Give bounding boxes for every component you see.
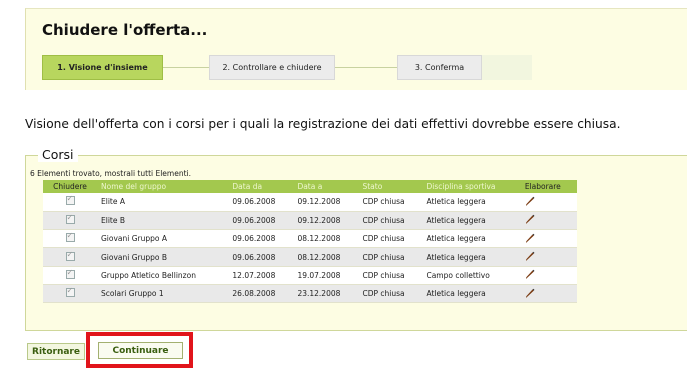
group-name: Giovani Gruppo B [97,247,229,267]
close-checkbox[interactable] [65,286,75,298]
column-header-date-to[interactable]: Data a [293,180,359,193]
column-header-discipline[interactable]: Disciplina sportiva [422,180,521,193]
status: CDP chiusa [358,229,423,249]
courses-section: Corsi 6 Elementi trovato, mostrali tutti… [25,147,687,330]
step-overview: 1. Visione d'insieme [42,55,163,80]
step-confirm: 3. Conferma [397,55,482,80]
discipline: Campo collettivo [422,266,521,285]
discipline: Atletica leggera [422,247,521,267]
pencil-icon[interactable] [525,214,535,225]
pencil-icon[interactable] [525,288,535,298]
table-row: Gruppo Atletico Bellinzon 12.07.2008 19.… [43,266,577,285]
close-checkbox[interactable] [65,268,75,279]
table-row: Scolari Gruppo 1 26.08.2008 23.12.2008 C… [43,284,577,304]
column-header-group-name[interactable]: Nome del gruppo [97,180,229,193]
date-from: 09.06.2008 [228,247,294,267]
table-header-row: Chiudere Nome del gruppo Data da Data a … [43,180,577,193]
group-name: Gruppo Atletico Bellinzon [97,266,229,285]
pencil-icon[interactable] [525,196,535,206]
column-header-edit: Elaborare [520,180,577,193]
result-count: 6 Elementi trovato, mostrali tutti Eleme… [30,169,191,178]
step-connector [163,67,209,68]
status: CDP chiusa [358,284,423,304]
wizard-header: Chiudere l'offerta... 1. Visione d'insie… [25,8,687,90]
courses-table: Chiudere Nome del gruppo Data da Data a … [43,180,577,304]
status: CDP chiusa [358,247,423,267]
date-to: 19.07.2008 [293,266,359,285]
discipline: Atletica leggera [422,229,521,249]
date-from: 09.06.2008 [228,211,294,231]
date-to: 09.12.2008 [293,211,359,231]
close-checkbox[interactable] [65,250,75,261]
discipline: Atletica leggera [422,211,521,231]
column-header-close[interactable]: Chiudere [43,180,97,193]
table-row: Giovani Gruppo A 09.06.2008 08.12.2008 C… [43,229,577,249]
column-header-status[interactable]: Stato [358,180,423,193]
status: CDP chiusa [358,193,423,212]
discipline: Atletica leggera [422,193,521,212]
pencil-icon[interactable] [525,269,535,280]
close-checkbox[interactable] [65,231,75,243]
date-to: 08.12.2008 [293,247,359,267]
step-check-and-close: 2. Controllare e chiudere [209,55,335,80]
column-header-date-from[interactable]: Data da [228,180,294,193]
status: CDP chiusa [358,266,423,285]
table-row: Elite A 09.06.2008 09.12.2008 CDP chiusa… [43,193,577,212]
discipline: Atletica leggera [422,284,521,304]
group-name: Elite A [97,193,229,212]
intro-text: Visione dell'offerta con i corsi per i q… [25,117,621,131]
table-row: Giovani Gruppo B 09.06.2008 08.12.2008 C… [43,247,577,267]
close-checkbox[interactable] [65,213,75,224]
group-name: Elite B [97,211,229,231]
page-title: Chiudere l'offerta... [42,21,208,39]
date-from: 26.08.2008 [228,284,294,304]
status: CDP chiusa [358,211,423,231]
step-tail [482,55,532,80]
date-to: 09.12.2008 [293,193,359,212]
section-title: Corsi [38,147,78,162]
date-to: 08.12.2008 [293,229,359,249]
footer-divider [25,330,687,331]
date-from: 09.06.2008 [228,193,294,212]
date-to: 23.12.2008 [293,284,359,304]
date-from: 09.06.2008 [228,229,294,249]
step-connector [335,67,397,68]
group-name: Scolari Gruppo 1 [97,284,229,304]
table-row: Elite B 09.06.2008 09.12.2008 CDP chiusa… [43,211,577,231]
date-from: 12.07.2008 [228,266,294,285]
pencil-icon[interactable] [525,233,535,243]
pencil-icon[interactable] [525,251,535,262]
highlight-box [86,332,193,368]
close-checkbox[interactable] [65,194,75,206]
back-button[interactable]: Ritornare [27,343,85,360]
group-name: Giovani Gruppo A [97,229,229,249]
